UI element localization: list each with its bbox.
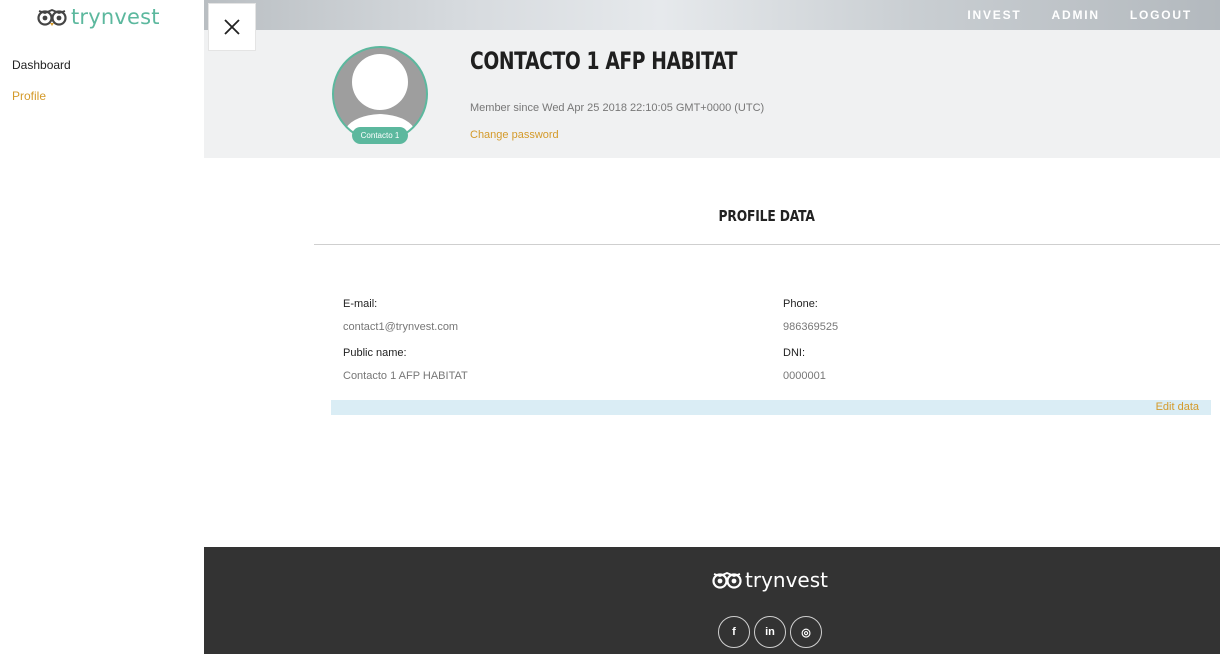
sidebar-nav: Dashboard Profile <box>12 58 71 120</box>
profile-data-title-text: PROFILE DATA <box>718 207 816 225</box>
nav-logout[interactable]: LOGOUT <box>1130 8 1192 22</box>
close-icon <box>224 19 240 35</box>
avatar[interactable]: Contacto 1 <box>332 46 428 144</box>
nav-invest[interactable]: INVEST <box>967 8 1021 22</box>
main-content: INVEST ADMIN LOGOUT Contacto 1 CONTACTO … <box>204 0 1220 654</box>
top-bar: INVEST ADMIN LOGOUT <box>204 0 1220 30</box>
footer: trynvest f in ◎ <box>204 547 1220 654</box>
edit-data-bar: Edit data <box>331 400 1211 415</box>
footer-logo[interactable]: trynvest <box>712 568 828 592</box>
profile-name: CONTACTO 1 AFP HABITAT <box>470 47 738 75</box>
linkedin-icon[interactable]: in <box>754 616 786 648</box>
public-name-value: Contacto 1 AFP HABITAT <box>343 370 468 382</box>
top-nav: INVEST ADMIN LOGOUT <box>967 0 1192 30</box>
member-since-text: Member since Wed Apr 25 2018 22:10:05 GM… <box>470 102 765 114</box>
facebook-icon[interactable]: f <box>718 616 750 648</box>
edit-data-link[interactable]: Edit data <box>1156 401 1199 413</box>
nav-admin[interactable]: ADMIN <box>1052 8 1100 22</box>
social-links: f in ◎ <box>718 616 822 648</box>
owl-logo-icon <box>712 570 742 590</box>
close-button[interactable] <box>208 3 256 51</box>
sidebar-item-profile[interactable]: Profile <box>12 89 71 120</box>
owl-logo-icon <box>37 7 67 27</box>
brand-logo[interactable]: trynvest <box>37 4 160 30</box>
profile-header: Contacto 1 CONTACTO 1 AFP HABITAT Member… <box>204 30 1220 158</box>
divider <box>314 244 1220 245</box>
phone-value: 986369525 <box>783 321 839 333</box>
sidebar-item-dashboard[interactable]: Dashboard <box>12 58 71 89</box>
public-name-label: Public name: <box>343 347 407 359</box>
sidebar: trynvest Dashboard Profile <box>0 0 204 654</box>
email-value: contact1@trynvest.com <box>343 321 459 333</box>
instagram-icon[interactable]: ◎ <box>790 616 822 648</box>
avatar-badge: Contacto 1 <box>352 127 408 144</box>
dni-value: 0000001 <box>783 370 826 382</box>
change-password-link[interactable]: Change password <box>470 129 559 141</box>
phone-label: Phone: <box>783 298 818 310</box>
dni-label: DNI: <box>783 347 805 359</box>
profile-data-title: PROFILE DATA <box>314 207 1220 225</box>
brand-name: trynvest <box>71 5 160 29</box>
footer-brand-name: trynvest <box>745 568 828 592</box>
email-label: E-mail: <box>343 298 378 310</box>
